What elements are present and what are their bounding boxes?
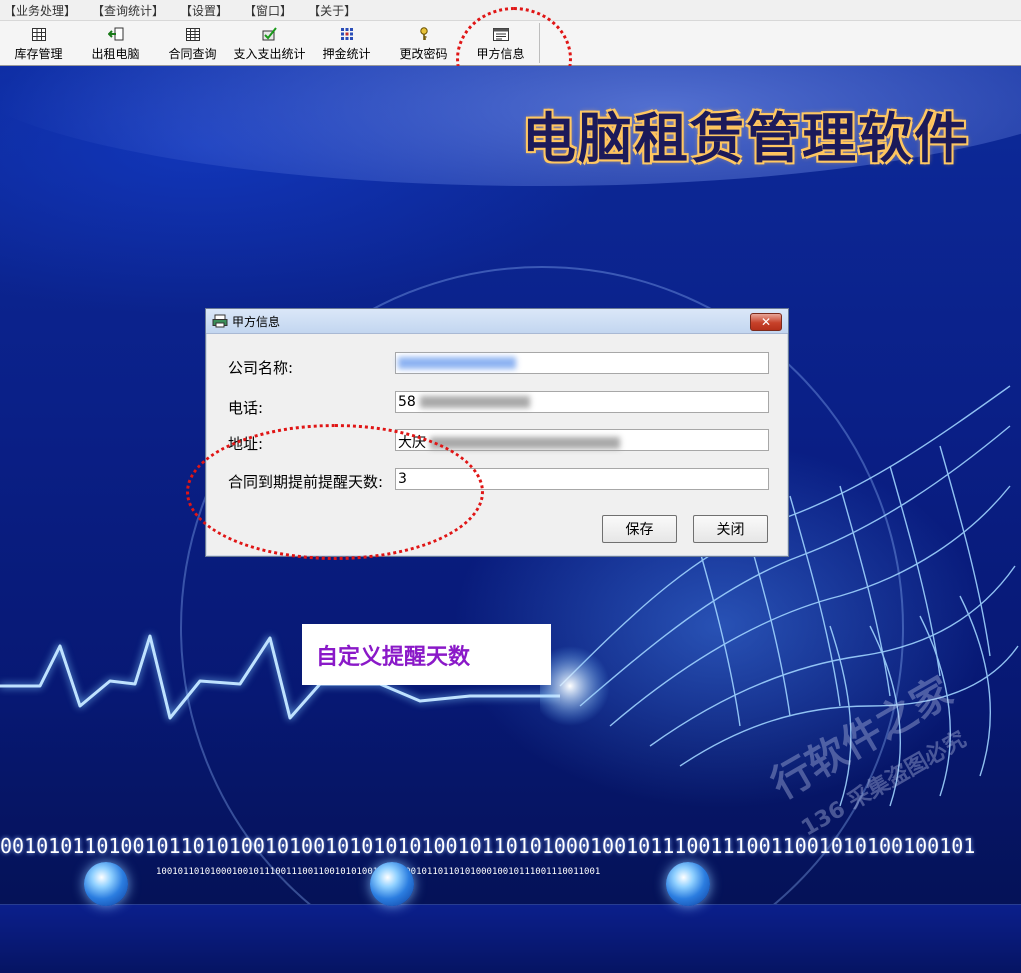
toolbar-change-password-button[interactable]: 更改密码 xyxy=(385,21,462,65)
globe-icon xyxy=(666,862,710,906)
contract-query-icon xyxy=(185,27,201,41)
remind-days-highlight-ring xyxy=(186,424,484,560)
toolbar-contract-query-button[interactable]: 合同查询 xyxy=(154,21,231,65)
address-redaction xyxy=(430,437,621,449)
toolbar-contract-query-label: 合同查询 xyxy=(168,47,217,61)
globe-icon xyxy=(84,862,128,906)
deposit-stats-icon xyxy=(339,27,355,41)
app-title-art: 电脑租赁管理软件 xyxy=(522,107,970,170)
toolbar-inventory-label: 库存管理 xyxy=(14,47,63,61)
toolbar-income-expense-label: 支入支出统计 xyxy=(233,47,306,61)
company-row: 公司名称: xyxy=(228,357,396,378)
globe-icon xyxy=(370,862,414,906)
menu-business[interactable]: 【业务处理】 xyxy=(0,2,88,19)
toolbar-rent-out-label: 出租电脑 xyxy=(91,47,140,61)
menu-about[interactable]: 【关于】 xyxy=(304,2,368,19)
company-input[interactable] xyxy=(395,352,769,374)
phone-input[interactable]: 58 xyxy=(395,391,769,413)
inventory-grid-icon xyxy=(31,27,47,41)
income-expense-icon xyxy=(262,27,278,41)
toolbar-deposit-stats-label: 押金统计 xyxy=(322,47,371,61)
key-icon xyxy=(416,27,432,41)
dialog-titlebar[interactable]: 甲方信息 xyxy=(206,309,788,334)
address-input[interactable]: 大庆 xyxy=(395,429,769,451)
menu-window[interactable]: 【窗口】 xyxy=(240,2,304,19)
toolbar-inventory-button[interactable]: 库存管理 xyxy=(0,21,77,65)
dialog-title: 甲方信息 xyxy=(232,314,281,329)
phone-row: 电话: xyxy=(228,397,396,418)
phone-redaction xyxy=(420,396,531,408)
company-redaction xyxy=(398,357,516,369)
save-button[interactable]: 保存 xyxy=(602,515,677,543)
bottom-band xyxy=(0,904,1021,973)
phone-value: 58 xyxy=(398,394,416,410)
toolbar-rent-out-button[interactable]: 出租电脑 xyxy=(77,21,154,65)
toolbar-change-password-label: 更改密码 xyxy=(399,47,448,61)
rent-out-icon xyxy=(107,27,124,41)
printer-icon xyxy=(212,314,228,328)
dialog-close-button[interactable]: ✕ xyxy=(750,313,782,331)
menu-settings[interactable]: 【设置】 xyxy=(176,2,240,19)
close-button[interactable]: 关闭 xyxy=(693,515,768,543)
toolbar-deposit-stats-button[interactable]: 押金统计 xyxy=(308,21,385,65)
binary-stream-small: 1001011010100010010111001110011001010100… xyxy=(156,867,816,877)
menu-query-stats[interactable]: 【查询统计】 xyxy=(88,2,176,19)
binary-stream-large: 0010101101001011010100101001010101010010… xyxy=(0,834,976,858)
close-icon: ✕ xyxy=(760,315,772,329)
annotation-callout: 自定义提醒天数 xyxy=(302,624,551,685)
phone-label: 电话: xyxy=(228,399,264,417)
toolbar-income-expense-button[interactable]: 支入支出统计 xyxy=(231,21,308,65)
company-label: 公司名称: xyxy=(228,359,294,377)
